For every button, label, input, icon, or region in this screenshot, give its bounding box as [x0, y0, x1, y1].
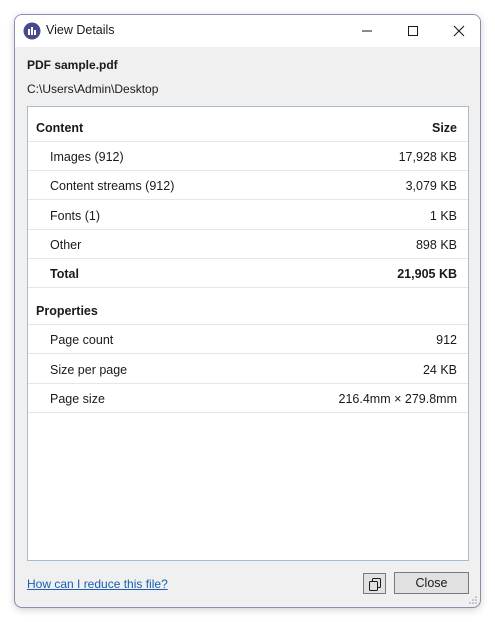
close-button[interactable]: Close [394, 572, 469, 594]
properties-header-row: Properties [28, 296, 468, 325]
view-details-window: View Details PDF sample.pdf C:\Users\Adm… [14, 14, 481, 608]
table-row: Size per page 24 KB [28, 355, 468, 384]
size-header-label: Size [431, 121, 457, 135]
row-value: 17,928 KB [398, 150, 457, 164]
row-label: Images (912) [50, 150, 124, 164]
copy-button[interactable] [363, 573, 386, 594]
title-bar[interactable]: View Details [15, 15, 480, 47]
close-window-button[interactable] [436, 15, 480, 47]
row-value: 3,079 KB [405, 179, 457, 193]
row-label: Fonts (1) [50, 209, 101, 223]
table-row: Page size 216.4mm × 279.8mm [28, 384, 468, 413]
row-value: 216.4mm × 279.8mm [338, 392, 457, 406]
row-label: Size per page [50, 363, 128, 377]
maximize-button[interactable] [390, 15, 436, 47]
content-header-row: Content Size [28, 113, 468, 142]
file-path: C:\Users\Admin\Desktop [27, 82, 159, 96]
content-header-label: Content [36, 121, 84, 135]
table-row: Content streams (912) 3,079 KB [28, 171, 468, 200]
total-row: Total 21,905 KB [28, 259, 468, 288]
row-value: 912 [436, 333, 457, 347]
close-icon [453, 25, 465, 37]
row-label: Content streams (912) [50, 179, 175, 193]
copy-icon [368, 577, 381, 591]
table-row: Other 898 KB [28, 230, 468, 259]
properties-header-label: Properties [36, 304, 98, 318]
file-name: PDF sample.pdf [27, 58, 118, 72]
total-label: Total [50, 267, 79, 281]
app-icon [23, 22, 41, 40]
window-title: View Details [46, 23, 115, 37]
reduce-file-link[interactable]: How can I reduce this file? [27, 577, 168, 591]
minimize-icon [362, 30, 372, 32]
total-value: 21,905 KB [397, 267, 457, 281]
row-label: Page count [50, 333, 114, 347]
maximize-icon [408, 26, 418, 36]
table-row: Page count 912 [28, 325, 468, 354]
minimize-button[interactable] [344, 15, 390, 47]
details-panel: Content Size Images (912) 17,928 KB Cont… [27, 106, 469, 561]
resize-grip-icon[interactable] [468, 595, 478, 605]
row-value: 24 KB [422, 363, 457, 377]
row-value: 898 KB [415, 238, 457, 252]
row-label: Other [50, 238, 82, 252]
table-row: Fonts (1) 1 KB [28, 201, 468, 230]
row-label: Page size [50, 392, 105, 406]
table-row: Images (912) 17,928 KB [28, 142, 468, 171]
row-value: 1 KB [429, 209, 457, 223]
